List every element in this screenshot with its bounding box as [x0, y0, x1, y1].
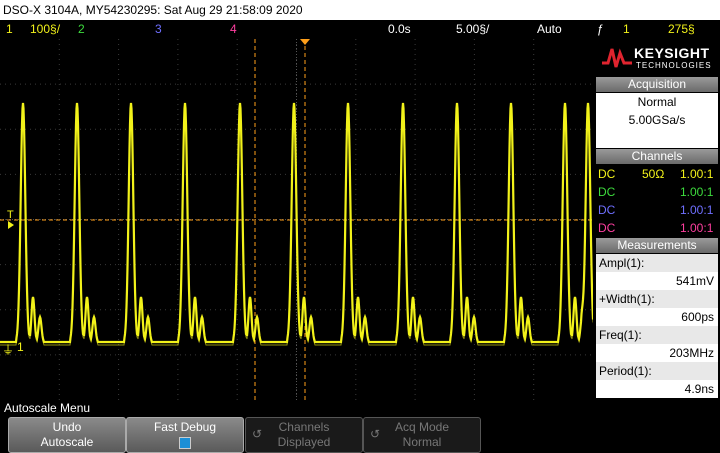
meas-1-label: Ampl(1): [599, 256, 645, 270]
fast-debug-button[interactable]: Fast Debug [126, 417, 244, 453]
acq-mode-line1: Acq Mode [394, 420, 450, 434]
undo-autoscale-line1: Undo [52, 420, 82, 434]
ch4-coupling: DC [598, 221, 616, 235]
meas-2-label-row: +Width(1): [596, 290, 718, 308]
meas-4-label: Period(1): [599, 364, 652, 378]
meas-2-value: 600ps [681, 310, 714, 324]
ch3-probe: 1.00:1 [680, 203, 714, 217]
measurements-header[interactable]: Measurements [596, 238, 718, 253]
acquisition-panel: Normal 5.00GSa/s [596, 93, 718, 148]
meas-2-label: +Width(1): [599, 292, 655, 306]
ch1-scale[interactable]: 100§/ [30, 20, 60, 39]
keysight-logo: KEYSIGHT TECHNOLOGIES [594, 39, 720, 77]
acq-mode-button[interactable]: ↺ Acq Mode Normal [363, 417, 481, 453]
ch2-number[interactable]: 2 [78, 20, 85, 39]
waveform-screen[interactable]: T ⏚ 1 [0, 39, 595, 400]
meas-1-value: 541mV [675, 274, 714, 288]
trigger-arrow-icon [8, 221, 14, 229]
channel-row-4[interactable]: DC 1.00:1 [596, 219, 718, 237]
ch2-probe: 1.00:1 [680, 185, 714, 199]
ch1-probe: 1.00:1 [680, 167, 714, 181]
trigger-mode[interactable]: Auto [537, 20, 562, 39]
ch1-impedance: 50Ω [642, 167, 665, 181]
title-bar: DSO-X 3104A, MY54230295: Sat Aug 29 21:5… [0, 0, 720, 20]
acquisition-header[interactable]: Acquisition [596, 77, 718, 92]
trigger-source[interactable]: 1 [623, 20, 630, 39]
channels-displayed-line1: Channels [278, 420, 330, 434]
meas-4-label-row: Period(1): [596, 362, 718, 380]
meas-3-label: Freq(1): [599, 328, 642, 342]
ground-icon: ⏚ [2, 343, 15, 357]
menu-title: Autoscale Menu [4, 401, 91, 415]
trigger-level-marker[interactable]: T [7, 209, 14, 221]
title-text: DSO-X 3104A, MY54230295: Sat Aug 29 21:5… [3, 3, 303, 17]
ch3-coupling: DC [598, 203, 616, 217]
meas-3-value: 203MHz [669, 346, 714, 360]
channels-header[interactable]: Channels [596, 149, 718, 164]
acquisition-mode: Normal [637, 95, 677, 109]
ch1-ground-marker[interactable]: 1 [17, 340, 24, 354]
meas-4-value: 4.9ns [684, 382, 714, 396]
undo-autoscale-button[interactable]: Undo Autoscale [8, 417, 126, 453]
acq-mode-line2: Normal [402, 435, 442, 449]
trigger-level[interactable]: 275§ [668, 20, 695, 39]
brand-name: KEYSIGHT [634, 45, 710, 61]
brand-sub: TECHNOLOGIES [636, 61, 712, 70]
meas-2-value-row: 600ps [596, 308, 718, 326]
meas-1-value-row: 541mV [596, 272, 718, 290]
meas-1-label-row: Ampl(1): [596, 254, 718, 272]
ch2-coupling: DC [598, 185, 616, 199]
channel-row-3[interactable]: DC 1.00:1 [596, 201, 718, 219]
timebase-scale[interactable]: 5.00§/ [456, 20, 489, 39]
channels-panel: DC 50Ω 1.00:1 DC 1.00:1 DC 1.00:1 DC 1.0… [596, 165, 718, 237]
trigger-edge-icon: ƒ [597, 22, 604, 36]
ch1-coupling: DC [598, 167, 616, 181]
channels-displayed-button[interactable]: ↺ Channels Displayed [245, 417, 363, 453]
ch4-probe: 1.00:1 [680, 221, 714, 235]
sample-rate: 5.00GSa/s [628, 113, 686, 127]
rotate-knob-icon-2: ↺ [370, 427, 381, 441]
meas-3-label-row: Freq(1): [596, 326, 718, 344]
ch4-number[interactable]: 4 [230, 20, 237, 39]
ch3-number[interactable]: 3 [155, 20, 162, 39]
fast-debug-label: Fast Debug [153, 420, 217, 434]
status-bar: 1 100§/ 2 3 4 0.0s 5.00§/ Auto ƒ 1 275§ [0, 20, 720, 39]
measurements-panel: Ampl(1): 541mV +Width(1): 600ps Freq(1):… [596, 254, 718, 398]
undo-autoscale-line2: Autoscale [40, 435, 94, 449]
horizontal-delay[interactable]: 0.0s [388, 20, 411, 39]
checkbox-icon[interactable] [179, 437, 191, 449]
channel-row-2[interactable]: DC 1.00:1 [596, 183, 718, 201]
channel-row-1[interactable]: DC 50Ω 1.00:1 [596, 165, 718, 183]
rotate-knob-icon: ↺ [252, 427, 263, 441]
channels-displayed-line2: Displayed [277, 435, 331, 449]
ch1-number[interactable]: 1 [6, 20, 13, 39]
meas-4-value-row: 4.9ns [596, 380, 718, 398]
waveform-svg [0, 39, 595, 400]
softkey-menu: Autoscale Menu Undo Autoscale Fast Debug… [0, 400, 720, 453]
side-panel: KEYSIGHT TECHNOLOGIES Acquisition Normal… [594, 39, 720, 400]
meas-3-value-row: 203MHz [596, 344, 718, 362]
keysight-wave-icon [602, 48, 632, 68]
